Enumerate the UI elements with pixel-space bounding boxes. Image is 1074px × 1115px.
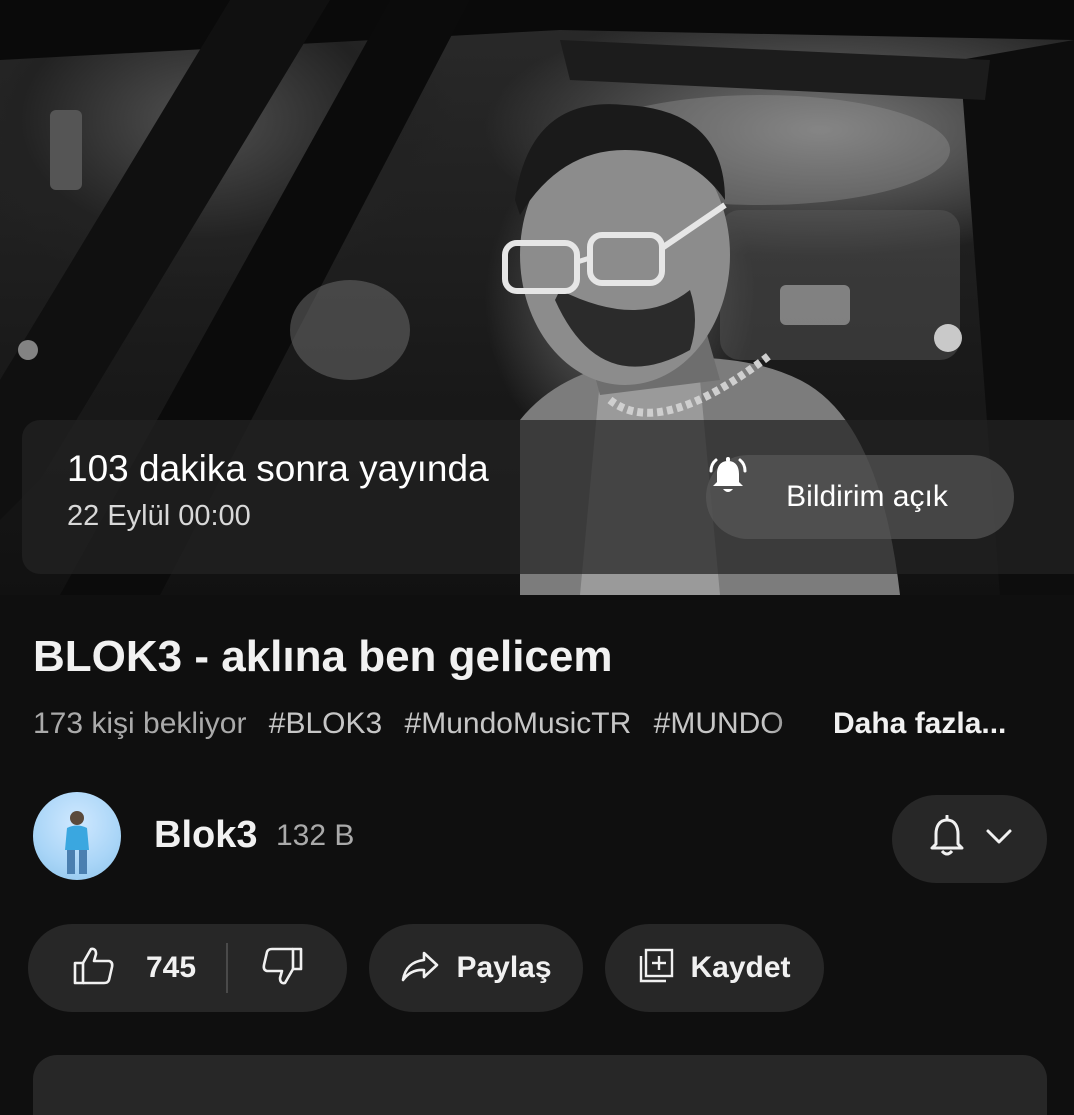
subscriber-count: 132 B [276, 819, 355, 852]
video-meta-row[interactable]: 173 kişi bekliyor #BLOK3 #MundoMusicTR #… [33, 707, 1043, 747]
subscription-notification-button[interactable] [892, 795, 1047, 883]
video-thumbnail[interactable]: 103 dakika sonra yayında 22 Eylül 00:00 … [0, 0, 1074, 595]
notification-label: Bildirim açık [786, 480, 948, 513]
premiere-countdown: 103 dakika sonra yayında [67, 448, 489, 489]
show-more-link[interactable]: Daha fazla... [833, 707, 1007, 741]
waiting-count: 173 kişi bekliyor [33, 707, 247, 740]
description-card[interactable] [33, 1055, 1047, 1115]
share-button[interactable]: Paylaş [369, 924, 583, 1012]
video-title[interactable]: BLOK3 - aklına ben gelicem [33, 632, 613, 682]
share-label: Paylaş [456, 951, 552, 984]
like-dislike-chip: 745 [28, 924, 347, 1012]
save-button[interactable]: Kaydet [605, 924, 824, 1012]
channel-avatar[interactable] [33, 792, 121, 880]
like-divider [226, 943, 229, 993]
thumbs-up-icon [72, 946, 116, 991]
share-arrow-icon [400, 949, 440, 988]
hashtag-mundomusictr[interactable]: #MundoMusicTR [405, 707, 632, 740]
chevron-down-icon [985, 828, 1013, 851]
channel-name[interactable]: Blok3 [154, 814, 257, 857]
like-count: 745 [146, 951, 197, 984]
premiere-date: 22 Eylül 00:00 [67, 500, 251, 532]
bell-icon [927, 814, 967, 864]
like-button[interactable]: 745 [28, 946, 196, 991]
playlist-add-icon [638, 948, 674, 989]
thumbs-down-icon [262, 947, 303, 984]
hashtag-blok3[interactable]: #BLOK3 [269, 707, 382, 740]
save-label: Kaydet [690, 951, 791, 984]
notification-on-button[interactable]: Bildirim açık [706, 455, 1014, 539]
premiere-overlay: 103 dakika sonra yayında 22 Eylül 00:00 … [22, 420, 1074, 574]
dislike-button[interactable] [260, 946, 304, 991]
